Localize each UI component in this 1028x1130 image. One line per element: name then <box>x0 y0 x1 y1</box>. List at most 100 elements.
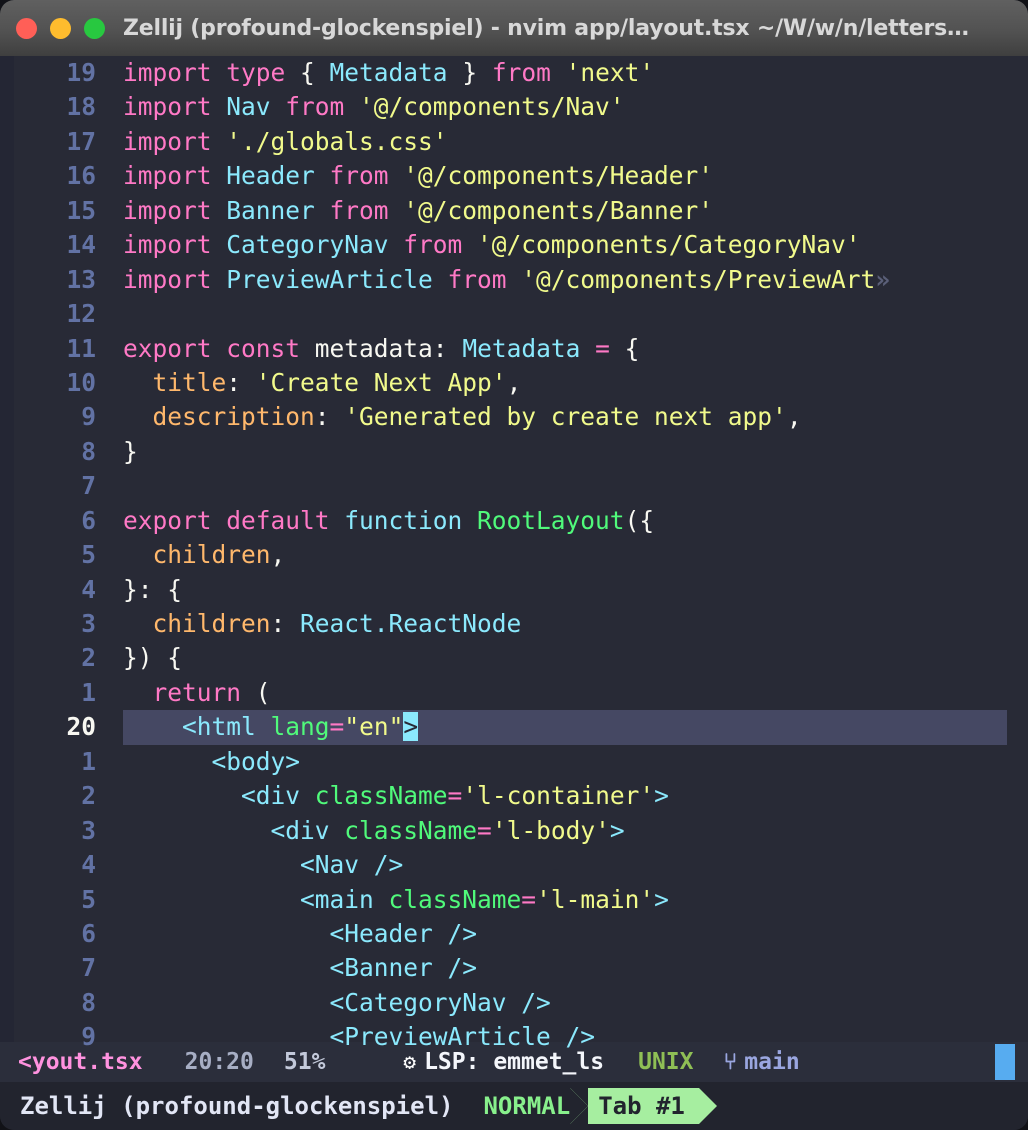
zoom-button[interactable] <box>84 18 105 39</box>
line-number: 3 <box>0 607 96 641</box>
code-line-text: <div className='l-container'> <box>96 779 669 813</box>
code-token: : <box>226 368 256 397</box>
line-number: 18 <box>0 90 96 124</box>
code-token: import <box>123 230 226 259</box>
code-token: } <box>448 58 492 87</box>
code-line[interactable]: 6 <Header /> <box>0 917 1028 951</box>
code-token: return <box>153 678 256 707</box>
code-token: from <box>330 161 404 190</box>
window-title-bar: Zellij (profound-glockenspiel) - nvim ap… <box>0 0 1028 56</box>
line-number: 4 <box>0 573 96 607</box>
code-token: './globals.css' <box>226 127 447 156</box>
code-line[interactable]: 5 <main className='l-main'> <box>0 883 1028 917</box>
code-line[interactable]: 1 <body> <box>0 745 1028 779</box>
code-token: '@/components/Nav' <box>359 92 625 121</box>
code-line[interactable]: 2}) { <box>0 641 1028 675</box>
code-token: > <box>654 885 669 914</box>
code-line-text: import Banner from '@/components/Banner' <box>96 194 713 228</box>
code-line[interactable]: 3 children: React.ReactNode <box>0 607 1028 641</box>
code-line[interactable]: 11export const metadata: Metadata = { <box>0 332 1028 366</box>
code-buffer[interactable]: 19import type { Metadata } from 'next'18… <box>0 56 1028 1042</box>
line-number: 13 <box>0 263 96 297</box>
code-line[interactable]: 1 return ( <box>0 676 1028 710</box>
code-token <box>580 334 595 363</box>
code-line[interactable]: 8} <box>0 435 1028 469</box>
code-token: <Banner /> <box>330 953 478 982</box>
code-line[interactable]: 3 <div className='l-body'> <box>0 814 1028 848</box>
code-line[interactable]: 10 title: 'Create Next App', <box>0 366 1028 400</box>
code-line-text: import CategoryNav from '@/components/Ca… <box>96 228 861 262</box>
code-line[interactable]: 5 children, <box>0 538 1028 572</box>
line-number: 19 <box>0 56 96 90</box>
line-number: 6 <box>0 504 96 538</box>
code-line[interactable]: 17import './globals.css' <box>0 125 1028 159</box>
code-token <box>123 747 212 776</box>
minimize-button[interactable] <box>50 18 71 39</box>
line-number: 2 <box>0 779 96 813</box>
code-token: '@/components/Banner' <box>403 196 713 225</box>
code-token <box>123 1022 330 1051</box>
code-line[interactable]: 18import Nav from '@/components/Nav' <box>0 90 1028 124</box>
status-branch-label: main <box>744 1049 799 1075</box>
code-line[interactable]: 4}: { <box>0 573 1028 607</box>
code-token <box>123 816 271 845</box>
code-line-text: children: React.ReactNode <box>96 607 521 641</box>
code-line-text: }: { <box>96 573 182 607</box>
code-token <box>123 919 330 948</box>
code-line-text: } <box>96 435 138 469</box>
code-line-current[interactable]: 20 <html lang="en"> <box>0 710 1028 744</box>
code-token <box>123 609 153 638</box>
code-token: import <box>123 58 226 87</box>
code-line[interactable]: 8 <CategoryNav /> <box>0 986 1028 1020</box>
line-number: 14 <box>0 228 96 262</box>
code-token: <main <box>300 885 389 914</box>
code-line-text: }) { <box>96 641 182 675</box>
code-line[interactable]: 4 <Nav /> <box>0 848 1028 882</box>
code-token: const <box>226 334 315 363</box>
code-token: default <box>226 506 344 535</box>
code-token: : <box>271 609 301 638</box>
code-line[interactable]: 19import type { Metadata } from 'next' <box>0 56 1028 90</box>
code-token: Header <box>226 161 329 190</box>
code-line[interactable]: 16import Header from '@/components/Heade… <box>0 159 1028 193</box>
code-line[interactable]: 6export default function RootLayout({ <box>0 504 1028 538</box>
code-line[interactable]: 9 description: 'Generated by create next… <box>0 400 1028 434</box>
tab-arrow-icon <box>570 1088 588 1124</box>
code-line[interactable]: 15import Banner from '@/components/Banne… <box>0 194 1028 228</box>
code-token: <Header /> <box>330 919 478 948</box>
close-button[interactable] <box>16 18 37 39</box>
code-token <box>123 402 153 431</box>
code-token: <body> <box>212 747 301 776</box>
status-git-branch: ⑂ main <box>723 1049 799 1075</box>
code-token: className <box>315 781 448 810</box>
code-token: = <box>477 816 492 845</box>
code-token: function <box>344 506 477 535</box>
code-token: metadata <box>315 334 433 363</box>
code-token: <Nav /> <box>300 850 403 879</box>
code-token: 'l-container' <box>462 781 654 810</box>
code-line[interactable]: 2 <div className='l-container'> <box>0 779 1028 813</box>
code-token <box>123 712 182 741</box>
line-number: 8 <box>0 435 96 469</box>
code-token: <div <box>241 781 315 810</box>
line-number: 7 <box>0 469 96 503</box>
code-token: children <box>153 540 271 569</box>
code-line[interactable]: 7 <Banner /> <box>0 951 1028 985</box>
code-line-text: <div className='l-body'> <box>96 814 625 848</box>
code-token: import <box>123 127 226 156</box>
code-token: <PreviewArticle /> <box>330 1022 596 1051</box>
line-number: 15 <box>0 194 96 228</box>
code-line[interactable]: 14import CategoryNav from '@/components/… <box>0 228 1028 262</box>
code-line[interactable]: 13import PreviewArticle from '@/componen… <box>0 263 1028 297</box>
code-line[interactable]: 7 <box>0 469 1028 503</box>
code-token: { <box>300 58 330 87</box>
code-token: PreviewArticle <box>226 265 447 294</box>
zellij-tab-1[interactable]: Tab #1 <box>588 1088 699 1124</box>
nvim-editor-pane[interactable]: 19import type { Metadata } from 'next'18… <box>0 56 1028 1042</box>
code-token: 'l-body' <box>492 816 610 845</box>
code-line[interactable]: 12 <box>0 297 1028 331</box>
code-token: lang <box>271 712 330 741</box>
code-token: , <box>507 368 522 397</box>
zellij-status-bar: Zellij (profound-glockenspiel) NORMAL Ta… <box>0 1082 1028 1130</box>
code-token: from <box>448 265 522 294</box>
